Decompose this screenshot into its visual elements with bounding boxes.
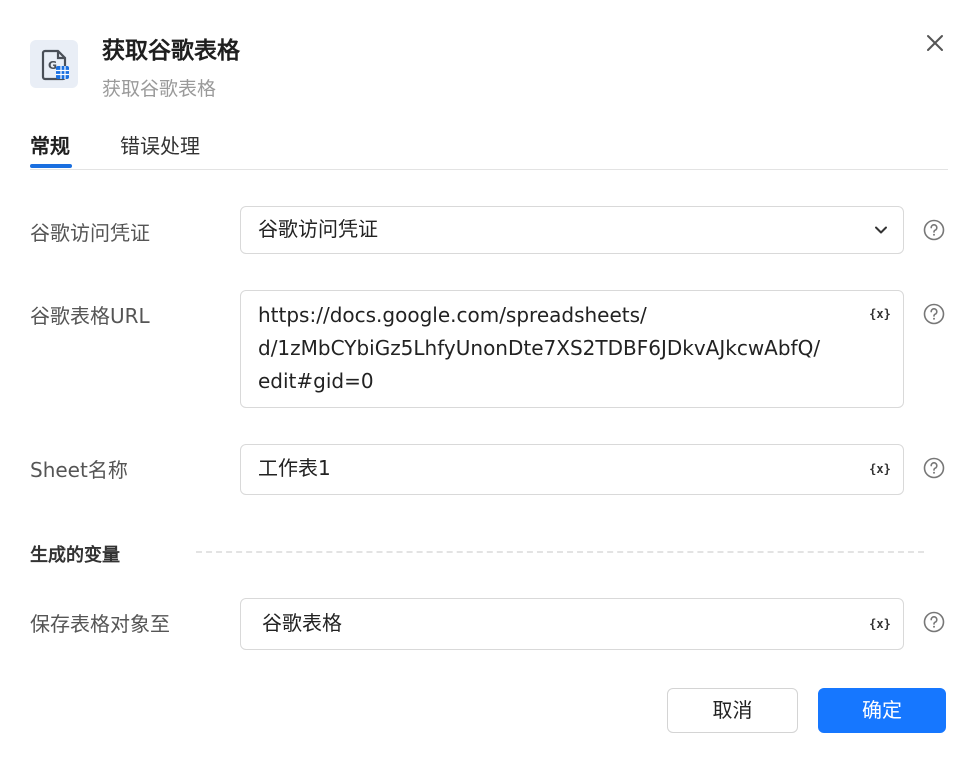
credential-select[interactable]: 谷歌访问凭证 — [240, 206, 904, 254]
google-sheet-app-icon: G — [30, 40, 78, 88]
credential-label: 谷歌访问凭证 — [30, 221, 150, 245]
credential-value: 谷歌访问凭证 — [258, 217, 378, 241]
active-tab-indicator — [30, 164, 72, 168]
tab-bar: 常规 错误处理 — [30, 118, 948, 170]
confirm-button[interactable]: 确定 — [818, 688, 946, 733]
save-to-input[interactable]: 谷歌表格 {x} — [240, 598, 904, 650]
generated-variables-heading: 生成的变量 — [30, 545, 120, 566]
get-google-sheet-dialog: G 获取谷歌表格 获取谷歌表格 常规 错误处理 谷歌访问凭证 谷歌访问凭证 谷歌 — [0, 0, 978, 765]
sheet-url-line-2: d/1zMbCYbiGz5LhfyUnonDte7XS2TDBF6JDkvAJk… — [258, 336, 821, 360]
credential-help-icon[interactable] — [923, 219, 945, 241]
sheet-url-label: 谷歌表格URL — [30, 304, 150, 328]
insert-variable-icon[interactable]: {x} — [869, 615, 891, 633]
cancel-button[interactable]: 取消 — [667, 688, 798, 733]
chevron-down-icon — [875, 226, 887, 234]
dialog-title: 获取谷歌表格 — [102, 38, 240, 64]
save-to-value: 谷歌表格 — [262, 611, 342, 635]
sheet-name-input[interactable]: 工作表1 {x} — [240, 444, 904, 495]
tab-error-handling[interactable]: 错误处理 — [120, 130, 200, 159]
dialog-subtitle: 获取谷歌表格 — [102, 78, 217, 100]
insert-variable-icon[interactable]: {x} — [869, 460, 891, 478]
sheet-name-help-icon[interactable] — [923, 457, 945, 479]
sheet-url-help-icon[interactable] — [923, 303, 945, 325]
svg-text:G: G — [48, 59, 57, 72]
insert-variable-icon[interactable]: {x} — [869, 305, 891, 323]
sheet-name-value: 工作表1 — [258, 456, 331, 480]
sheet-url-line-1: https://docs.google.com/spreadsheets/ — [258, 303, 647, 327]
save-to-help-icon[interactable] — [923, 611, 945, 633]
sheet-name-label: Sheet名称 — [30, 458, 128, 482]
tab-general[interactable]: 常规 — [30, 130, 70, 159]
sheet-url-line-3: edit#gid=0 — [258, 369, 374, 393]
save-to-label: 保存表格对象至 — [30, 612, 170, 636]
section-divider — [196, 551, 924, 553]
close-icon[interactable] — [922, 30, 948, 56]
sheet-url-input[interactable]: https://docs.google.com/spreadsheets/ d/… — [240, 290, 904, 408]
